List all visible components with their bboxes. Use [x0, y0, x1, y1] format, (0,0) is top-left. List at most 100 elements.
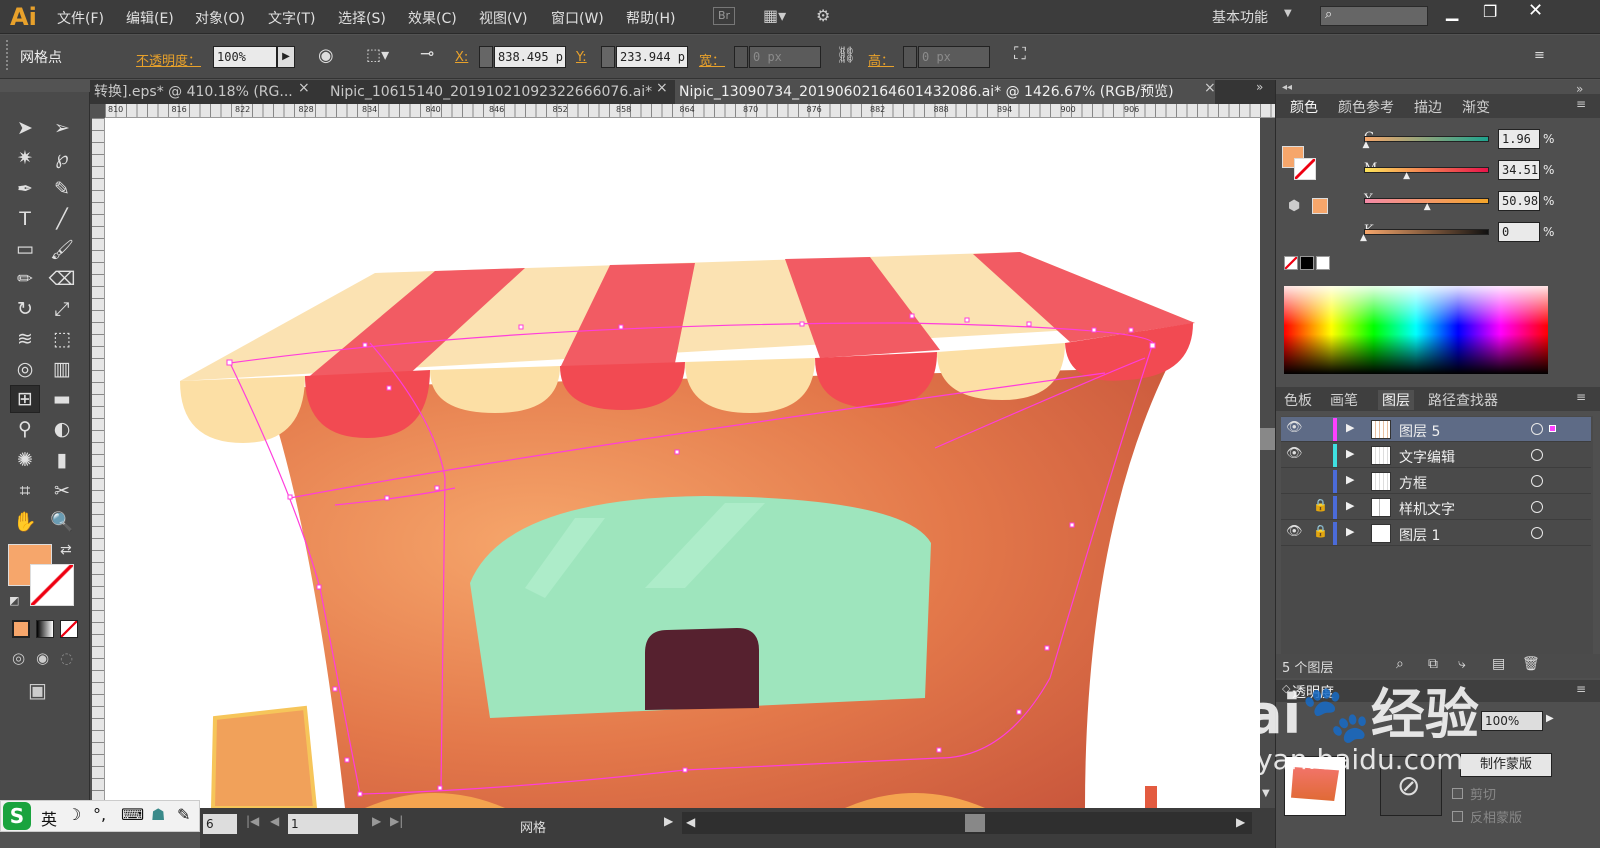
layer-row[interactable]: 👁 ▶ 图层 5 — [1281, 417, 1591, 442]
swap-colors-icon[interactable]: ⇄ — [60, 542, 72, 558]
draw-inside-icon[interactable]: ◌ — [60, 649, 73, 667]
layer-target-icon[interactable] — [1531, 475, 1543, 487]
expand-arrow-icon[interactable]: ▶ — [1346, 447, 1354, 460]
prev-page-icon[interactable]: ◀ — [270, 814, 279, 828]
tab-color[interactable]: 颜色 — [1290, 97, 1318, 117]
hand-tool-icon[interactable]: ✋ — [10, 507, 40, 535]
layer-row[interactable]: 👁 🔒 ▶ 图层 1 — [1281, 521, 1591, 546]
tab-layers[interactable]: 图层 — [1378, 390, 1414, 410]
user-icon[interactable]: ☗ — [151, 805, 165, 824]
m-slider[interactable] — [1364, 167, 1489, 173]
free-transform-tool-icon[interactable]: ⬚ — [47, 325, 77, 353]
type-tool-icon[interactable]: T — [10, 205, 40, 233]
restore-icon[interactable]: ❐ — [1483, 2, 1497, 21]
opacity-label[interactable]: 不透明度： — [136, 50, 201, 69]
layer-row[interactable]: 👁 ▶ 文字编辑 — [1281, 443, 1591, 468]
link-icon[interactable]: ⛓ — [836, 45, 856, 64]
gpu-performance-icon[interactable]: ⚙ — [816, 6, 830, 25]
warp-tool-icon[interactable]: ≋ — [10, 325, 40, 353]
x-stepper[interactable] — [479, 46, 493, 68]
x-field[interactable]: 838.495 p — [494, 46, 566, 68]
y-stepper[interactable] — [601, 46, 615, 68]
stroke-swatch[interactable] — [30, 564, 74, 606]
tab-document-2[interactable]: Nipic_10615140_20191021092322666076.ai* — [326, 80, 656, 104]
scroll-left-icon[interactable]: ◀ — [686, 815, 695, 829]
k-slider[interactable] — [1364, 229, 1489, 235]
close-icon[interactable]: ✕ — [1528, 0, 1543, 21]
visibility-eye-icon[interactable]: 👁 — [1286, 420, 1303, 435]
minimize-icon[interactable]: ▁ — [1446, 2, 1458, 21]
menu-select[interactable]: 选择(S) — [338, 8, 386, 28]
perspective-grid-tool-icon[interactable]: ▥ — [47, 355, 77, 383]
menu-type[interactable]: 文字(T) — [268, 8, 315, 28]
k-value[interactable]: 0 — [1498, 222, 1540, 242]
y-field[interactable]: 233.944 p — [616, 46, 688, 68]
curvature-tool-icon[interactable]: ✎ — [47, 175, 77, 203]
expand-arrow-icon[interactable]: ▶ — [1346, 525, 1354, 538]
menu-file[interactable]: 文件(F) — [57, 8, 104, 28]
draw-normal-icon[interactable]: ◎ — [12, 649, 25, 667]
lasso-tool-icon[interactable]: ℘ — [47, 144, 77, 172]
layer-name[interactable]: 样机文字 — [1399, 499, 1455, 519]
tab-close-icon[interactable]: × — [298, 80, 310, 96]
control-menu-icon[interactable]: ≡ — [1534, 48, 1545, 63]
pen-tool-icon[interactable]: ✒ — [10, 175, 40, 203]
scale-tool-icon[interactable]: ⤢ — [47, 295, 77, 323]
transparency-opacity-arrow-icon[interactable]: ▶ — [1546, 713, 1554, 724]
punctuation-icon[interactable]: °, — [93, 805, 106, 824]
zoom-field[interactable]: 6 — [203, 814, 237, 834]
expand-arrow-icon[interactable]: ▶ — [1346, 421, 1354, 434]
sogou-logo-icon[interactable]: S — [3, 802, 31, 830]
transparency-menu-icon[interactable]: ≡ — [1576, 682, 1586, 696]
artboard-canvas[interactable] — [105, 118, 1275, 808]
menu-effect[interactable]: 效果(C) — [408, 8, 457, 28]
screen-mode-icon[interactable]: ▣ — [28, 678, 47, 702]
gradient-tool-icon[interactable]: ▬ — [47, 385, 77, 413]
color-panel-menu-icon[interactable]: ≡ — [1576, 97, 1586, 111]
workspace-chevron-icon[interactable]: ▼ — [1284, 8, 1292, 19]
c-slider[interactable] — [1364, 136, 1489, 142]
symbol-sprayer-tool-icon[interactable]: ✺ — [10, 446, 40, 474]
recolor-icon[interactable]: ◉ — [318, 45, 334, 66]
vertical-scroll-thumb[interactable] — [1260, 428, 1275, 450]
paintbrush-tool-icon[interactable]: 🖌 — [47, 235, 77, 263]
layers-panel-menu-icon[interactable]: ≡ — [1576, 390, 1586, 404]
first-page-icon[interactable]: |◀ — [246, 814, 259, 828]
expand-arrow-icon[interactable]: ▶ — [1346, 473, 1354, 486]
color-mode-icon[interactable] — [12, 620, 30, 638]
blend-tool-icon[interactable]: ◐ — [47, 415, 77, 443]
tab-document-3[interactable]: Nipic_13090734_20190602164601432086.ai* … — [675, 80, 1215, 104]
transform-reference-icon[interactable]: ⬚▾ — [366, 45, 389, 64]
visibility-eye-icon[interactable]: 👁 — [1286, 446, 1303, 461]
m-slider-thumb[interactable]: ▲ — [1403, 171, 1410, 181]
new-layer-icon[interactable]: ▤ — [1492, 656, 1505, 672]
next-page-icon[interactable]: ▶ — [372, 814, 381, 828]
layer-target-icon[interactable] — [1531, 501, 1543, 513]
k-slider-thumb[interactable]: ▲ — [1360, 233, 1367, 243]
tab-stroke[interactable]: 描边 — [1414, 97, 1442, 117]
layer-name[interactable]: 文字编辑 — [1399, 447, 1455, 467]
tab-swatches[interactable]: 色板 — [1284, 390, 1312, 410]
line-tool-icon[interactable]: ╱ — [47, 205, 77, 233]
status-menu-icon[interactable]: ▶ — [664, 814, 673, 828]
layer-row[interactable]: ▶ 方框 — [1281, 469, 1591, 494]
layer-name[interactable]: 方框 — [1399, 473, 1427, 493]
tab-close-icon[interactable]: × — [656, 80, 668, 96]
eraser-tool-icon[interactable]: ⌫ — [47, 265, 77, 293]
column-graph-tool-icon[interactable]: ▮ — [47, 446, 77, 474]
default-colors-icon[interactable]: ◩ — [9, 594, 19, 607]
c-value[interactable]: 1.96 — [1498, 129, 1540, 149]
tab-brushes[interactable]: 画笔 — [1330, 390, 1358, 410]
horizontal-scrollbar[interactable]: ◀ ▶ — [682, 812, 1252, 834]
opacity-arrow-icon[interactable]: ▶ — [277, 46, 295, 68]
delete-layer-icon[interactable]: 🗑 — [1522, 656, 1540, 672]
color-spectrum[interactable] — [1284, 286, 1548, 374]
layer-target-icon[interactable] — [1531, 423, 1543, 435]
rectangle-tool-icon[interactable]: ▭ — [10, 235, 40, 263]
selection-indicator[interactable] — [1549, 425, 1556, 432]
search-input[interactable]: ⌕ — [1320, 6, 1428, 26]
magic-wand-tool-icon[interactable]: ✷ — [10, 144, 40, 172]
y-channel-value[interactable]: 50.98 — [1498, 191, 1540, 211]
expand-arrow-icon[interactable]: ▶ — [1346, 499, 1354, 512]
transparency-opacity-field[interactable]: 100% — [1481, 711, 1543, 731]
